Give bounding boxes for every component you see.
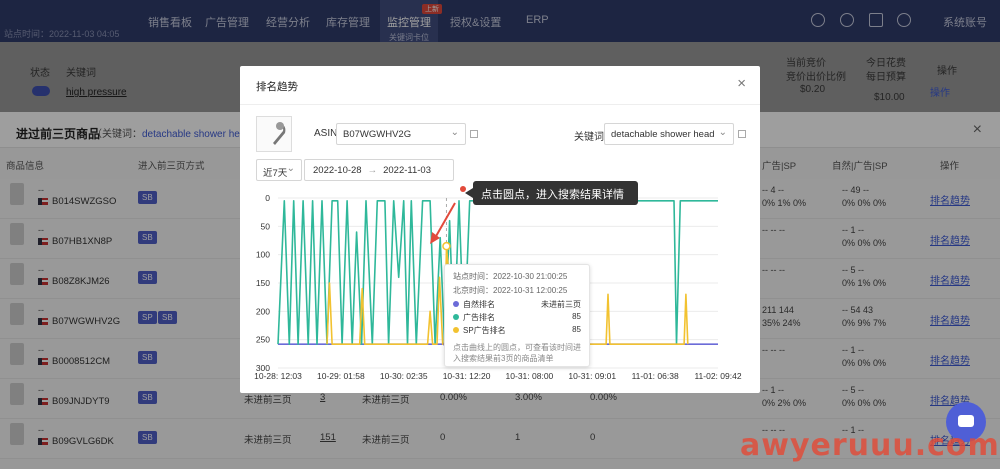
x-tick-label: 11-01: 06:38 (632, 371, 679, 381)
callout-arrow (434, 202, 456, 239)
watermark: awyeruuu.com (740, 428, 1000, 463)
tooltip-value: 85 (572, 325, 581, 334)
tooltip-name: SP广告排名 (463, 326, 506, 335)
x-tick-label: 10-31: 09:01 (568, 371, 616, 381)
x-tick-label: 10-30: 02:35 (380, 371, 428, 381)
hint-callout: 点击圆点，进入搜索结果详情页 (465, 181, 638, 217)
y-tick-label: 100 (256, 250, 270, 260)
legend-dot (453, 314, 459, 320)
x-tick-label: 10-28: 12:03 (254, 371, 302, 381)
legend-dot (453, 301, 459, 307)
y-tick-label: 0 (265, 193, 270, 203)
tooltip-name: 自然排名 (463, 300, 495, 309)
tooltip-value: 未进前三页 (541, 300, 581, 309)
legend-dot (453, 327, 459, 333)
x-tick-label: 10-31: 08:00 (506, 371, 554, 381)
y-tick-label: 200 (256, 306, 270, 316)
y-tick-label: 250 (256, 335, 270, 345)
x-tick-label: 11-02: 09:42 (694, 371, 741, 381)
highlight-point (442, 241, 451, 251)
x-tick-label: 10-31: 12:20 (443, 371, 491, 381)
tooltip-name: 广告排名 (463, 313, 495, 322)
rank-trend-chart: 05010015020025030010-28: 12:03 10-29: 01:… (254, 186, 742, 381)
chart-tooltip: 站点时间：2022-10-30 21:00:25 北京时间：2022-10-31… (444, 264, 590, 367)
tooltip-row-ad: 广告排名 85 (453, 312, 581, 325)
y-tick-label: 50 (261, 221, 271, 231)
tooltip-site-time: 站点时间：2022-10-30 21:00:25 (453, 272, 568, 281)
tooltip-value: 85 (572, 312, 581, 321)
y-tick-label: 150 (256, 278, 270, 288)
tooltip-row-natural: 自然排名 未进前三页 (453, 299, 581, 312)
tooltip-note: 点击曲线上的圆点，可查看该时间进入搜索结果前3页的商品清单 (453, 343, 581, 363)
tooltip-beijing-time: 北京时间：2022-10-31 12:00:25 (453, 286, 568, 295)
x-tick-label: 10-29: 01:58 (317, 371, 365, 381)
tooltip-row-sp: SP广告排名 85 (453, 325, 581, 338)
